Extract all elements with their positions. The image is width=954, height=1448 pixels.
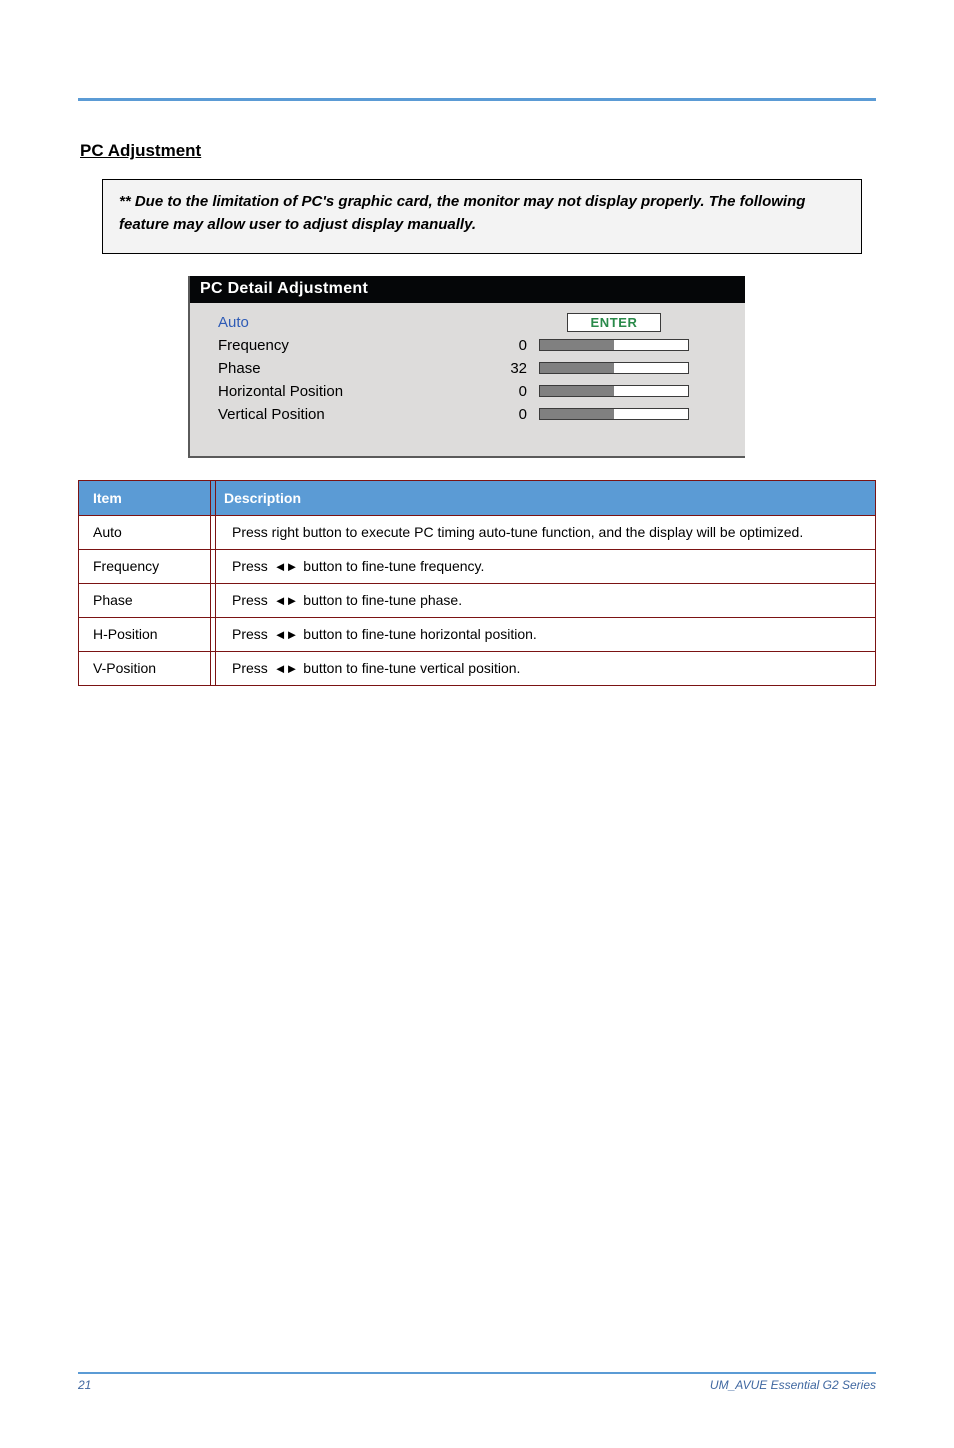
desc-header: Description [216, 480, 876, 515]
desc-cell: Press right button to execute PC timing … [216, 515, 876, 549]
desc-cell: Press ◄► button to fine-tune frequency. [216, 549, 876, 583]
page-number: 21 [78, 1378, 91, 1392]
osd-row-hpos[interactable]: Horizontal Position 0 [218, 380, 727, 403]
osd-value: 0 [493, 383, 539, 400]
table-row: V-Position Press ◄► button to fine-tune … [79, 651, 876, 685]
table-row: Phase Press ◄► button to fine-tune phase… [79, 583, 876, 617]
item-cell: Phase [79, 583, 211, 617]
left-right-arrows-icon: ◄► [272, 557, 300, 577]
left-right-arrows-icon: ◄► [272, 659, 300, 679]
item-cell: Frequency [79, 549, 211, 583]
left-right-arrows-icon: ◄► [272, 591, 300, 611]
osd-label: Auto [218, 314, 493, 331]
osd-row-vpos[interactable]: Vertical Position 0 [218, 403, 727, 426]
table-row: Frequency Press ◄► button to fine-tune f… [79, 549, 876, 583]
osd-label: Vertical Position [218, 406, 493, 423]
desc-cell: Press ◄► button to fine-tune horizontal … [216, 617, 876, 651]
osd-panel-title: PC Detail Adjustment [190, 276, 745, 303]
page-footer: 21 UM_AVUE Essential G2 Series [0, 1372, 954, 1392]
doc-name: UM_AVUE Essential G2 Series [710, 1378, 876, 1392]
item-header: Item [79, 480, 211, 515]
item-cell: H-Position [79, 617, 211, 651]
left-right-arrows-icon: ◄► [272, 625, 300, 645]
osd-panel: PC Detail Adjustment Auto ENTER Frequenc… [188, 276, 745, 458]
notice-box: ** Due to the limitation of PC's graphic… [102, 179, 862, 254]
item-cell: Auto [79, 515, 211, 549]
osd-value: 0 [493, 406, 539, 423]
desc-cell: Press ◄► button to fine-tune phase. [216, 583, 876, 617]
table-header-row: Item Description [79, 480, 876, 515]
osd-enter-button[interactable]: ENTER [539, 313, 689, 332]
osd-slider[interactable] [539, 408, 689, 420]
table-row: Auto Press right button to execute PC ti… [79, 515, 876, 549]
osd-panel-body: Auto ENTER Frequency 0 Phase 32 Horizont… [190, 303, 745, 456]
osd-slider[interactable] [539, 339, 689, 351]
osd-slider[interactable] [539, 362, 689, 374]
osd-value: 0 [493, 337, 539, 354]
osd-row-phase[interactable]: Phase 32 [218, 357, 727, 380]
osd-label: Frequency [218, 337, 493, 354]
osd-slider[interactable] [539, 385, 689, 397]
osd-label: Horizontal Position [218, 383, 493, 400]
desc-cell: Press ◄► button to fine-tune vertical po… [216, 651, 876, 685]
item-cell: V-Position [79, 651, 211, 685]
description-table: Item Description Auto Press right button… [78, 480, 876, 686]
section-title: PC Adjustment [80, 141, 876, 161]
osd-label: Phase [218, 360, 493, 377]
osd-row-frequency[interactable]: Frequency 0 [218, 334, 727, 357]
table-row: H-Position Press ◄► button to fine-tune … [79, 617, 876, 651]
osd-value: 32 [493, 360, 539, 377]
osd-row-auto[interactable]: Auto ENTER [218, 311, 727, 334]
